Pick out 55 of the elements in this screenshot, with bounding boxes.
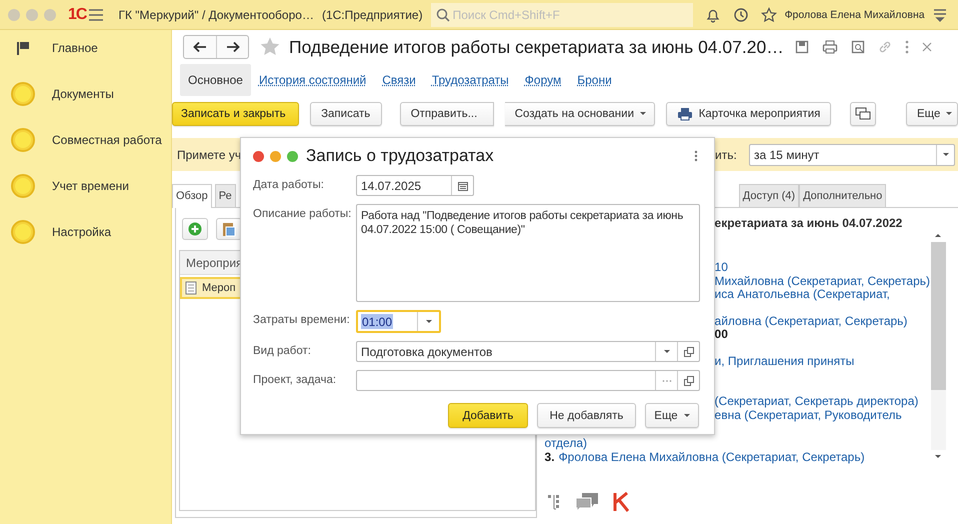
detail-text: 00 bbox=[714, 328, 729, 342]
sidebar-item[interactable]: Документы bbox=[52, 87, 114, 101]
search-field[interactable]: Поиск Cmd+Shift+F bbox=[430, 2, 693, 26]
date-field[interactable]: 14.07.2025 bbox=[356, 175, 474, 196]
link[interactable]: иса Анатольевна (Секретариат, bbox=[714, 288, 930, 302]
dialog-title: Запись о трудозатратах bbox=[306, 146, 495, 166]
form-tab[interactable]: Связи bbox=[374, 64, 424, 96]
form-tab[interactable]: Трудозатраты bbox=[424, 64, 517, 96]
form-tab[interactable]: История состояний bbox=[250, 64, 374, 96]
event-card-button[interactable]: Карточка мероприятия bbox=[666, 102, 832, 126]
field-label: Затраты времени: bbox=[253, 313, 351, 326]
add-button[interactable]: Добавить bbox=[448, 403, 528, 428]
logo: 1С bbox=[68, 6, 86, 24]
details-heading: екретариата за июнь 04.07.2022 bbox=[714, 216, 904, 230]
link[interactable]: и, Приглашения приняты bbox=[714, 354, 930, 368]
description-field[interactable]: Работа над "Подведение итогов работы секретариата за июнь 04.07.2022 15:00 ( Совещание)" bbox=[356, 204, 700, 302]
user-name[interactable]: Фролова Елена Михайловна bbox=[784, 8, 925, 20]
link[interactable]: айловна (Секретариат, Секретарь) bbox=[714, 314, 930, 328]
list-number: 3. bbox=[544, 450, 555, 464]
link[interactable]: Фролова Елена Михайловна (Секретариат, Секретарь) bbox=[558, 450, 865, 464]
form-tab[interactable]: Основное bbox=[180, 64, 251, 96]
time-field[interactable]: 01:00 bbox=[356, 310, 441, 333]
send-button[interactable]: Отправить... bbox=[400, 102, 494, 126]
form-tab[interactable]: Брони bbox=[569, 64, 620, 96]
field-label: Описание работы: bbox=[253, 207, 352, 220]
field-label: Вид работ: bbox=[253, 344, 312, 357]
sidebar-item[interactable]: Настройка bbox=[52, 225, 112, 239]
app-name: (1С:Предприятие) bbox=[322, 8, 423, 22]
tab[interactable]: Обзор bbox=[172, 184, 212, 208]
field-label: Проект, задача: bbox=[253, 373, 338, 386]
form-title: Подведение итогов работы секретариата за июнь 04.07.20… bbox=[289, 36, 785, 58]
sidebar-item[interactable]: Совместная работа bbox=[52, 133, 162, 147]
save-and-close-button[interactable]: Записать и закрыть bbox=[172, 102, 299, 126]
do-not-add-button[interactable]: Не добавлять bbox=[537, 403, 636, 428]
notice-label: ить: bbox=[715, 148, 738, 162]
work-type-field[interactable]: Подготовка документов bbox=[356, 341, 700, 362]
sidebar-item[interactable]: Учет времени bbox=[52, 179, 129, 193]
tab[interactable]: Ре bbox=[214, 184, 236, 207]
more-button[interactable]: Еще bbox=[906, 102, 958, 126]
link[interactable]: (Секретариат, Секретарь директора) bbox=[714, 395, 930, 408]
tab[interactable]: Доступ (4) bbox=[738, 184, 800, 207]
link[interactable]: 10 bbox=[714, 261, 930, 274]
tab[interactable]: Дополнительно bbox=[799, 184, 886, 207]
form-tab[interactable]: Форум bbox=[516, 64, 570, 96]
link[interactable]: отдела) bbox=[544, 437, 930, 450]
window-title: ГК "Меркурий" / Документооборо… bbox=[118, 8, 314, 22]
link[interactable]: Михайловна (Секретариат, Секретарь) bbox=[714, 274, 930, 288]
create-based-on-button[interactable]: Создать на основании bbox=[504, 102, 655, 126]
sidebar-item[interactable]: Главное bbox=[52, 41, 98, 55]
table-cell: Мероп bbox=[202, 282, 236, 294]
more-button[interactable]: Еще bbox=[645, 403, 699, 428]
save-button[interactable]: Записать bbox=[310, 102, 382, 126]
field-label: Дата работы: bbox=[253, 178, 325, 191]
link[interactable]: евна (Секретариат, Руководитель bbox=[714, 408, 930, 422]
reminder-select[interactable]: за 15 минут bbox=[749, 144, 955, 166]
